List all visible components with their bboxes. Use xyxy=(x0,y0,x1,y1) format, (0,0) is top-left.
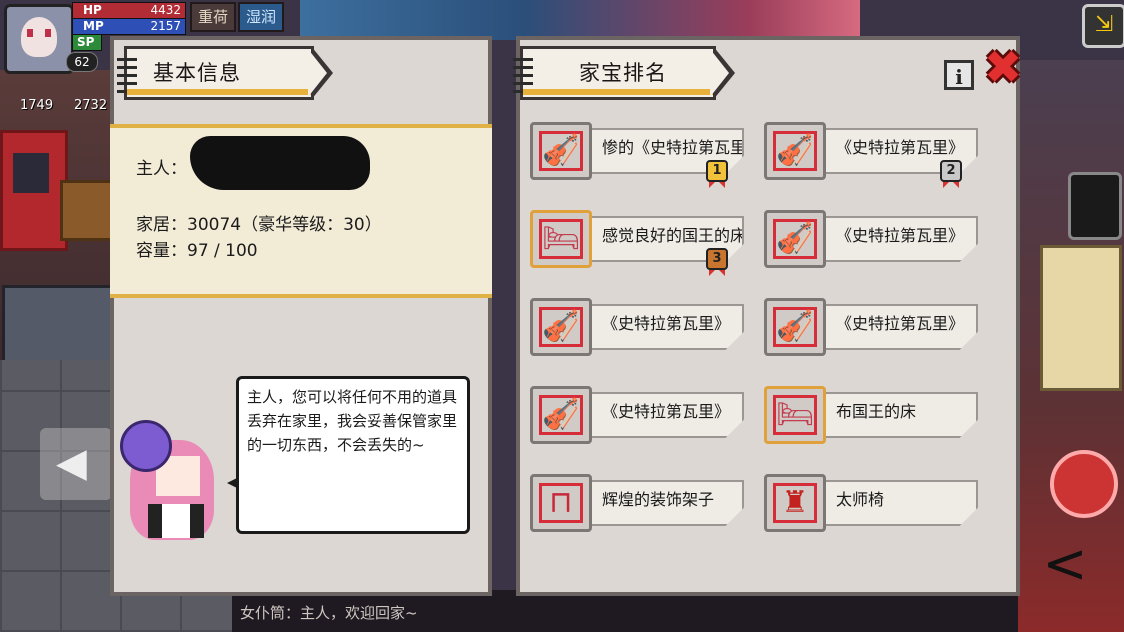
item-icon-box: 🎻 xyxy=(764,210,826,268)
info-button[interactable]: i xyxy=(944,60,974,90)
player-avatar[interactable] xyxy=(4,4,74,74)
mp-value: 2157 xyxy=(150,19,181,33)
bed-icon: 🛏 xyxy=(775,397,815,432)
home-score: 家居：30074（豪华等级：30） xyxy=(136,215,382,235)
chat-strip: 女仆筒：主人，欢迎回家~ xyxy=(232,590,1018,632)
sp-bar: SP xyxy=(72,34,102,51)
item-name: 《史特拉第瓦里》 xyxy=(836,226,965,245)
item-name: 感觉良好的国王的床 xyxy=(602,226,742,245)
owner-label: 主人： xyxy=(136,159,187,179)
stat-value-1: 1749 xyxy=(20,98,54,113)
ranking-slot[interactable]: 🛏 布国王的床 xyxy=(764,386,978,444)
basic-info-panel: 基本信息 主人： 家居：30074（豪华等级：30） 容量：97 / 100 主… xyxy=(110,36,492,596)
chair-icon: ♜ xyxy=(781,485,809,520)
item-icon-box: 🛏 xyxy=(764,386,826,444)
item-icon-box: 🎻 xyxy=(764,298,826,356)
spiral-binding-icon xyxy=(513,57,533,93)
item-name: 辉煌的装饰架子 xyxy=(602,490,715,509)
action-orb-button[interactable] xyxy=(1050,450,1118,518)
ranking-slot[interactable]: 🎻 《史特拉第瓦里》 2 xyxy=(764,122,978,188)
maid-character[interactable] xyxy=(120,420,224,554)
rank-number: 1 xyxy=(706,160,728,182)
tab-ribbon xyxy=(710,46,735,100)
ranking-tab: 家宝排名 xyxy=(513,46,735,100)
item-name: 布国王的床 xyxy=(836,402,917,421)
sp-label: SP xyxy=(77,35,95,49)
lamp-decor xyxy=(1040,245,1122,391)
violin-icon: 🎻 xyxy=(542,397,580,432)
basic-info-tab: 基本信息 xyxy=(117,46,333,100)
tab-stripe xyxy=(523,89,713,95)
ranking-slot[interactable]: 🎻 惨的《史特拉第瓦里 1 xyxy=(530,122,744,188)
status-tag-heavy: 重荷 xyxy=(190,2,237,32)
dpad-left-button[interactable] xyxy=(40,428,112,500)
rank-number: 3 xyxy=(706,248,728,270)
hp-label: HP xyxy=(83,3,102,17)
item-icon-box: 🎻 xyxy=(530,122,592,180)
violin-icon: 🎻 xyxy=(542,309,580,344)
item-icon-box: 🎻 xyxy=(530,298,592,356)
ranking-slot[interactable]: ♜ 太师椅 xyxy=(764,474,978,532)
stat-value-2: 2732 xyxy=(74,98,108,113)
item-icon-box: 🎻 xyxy=(764,122,826,180)
item-name: 太师椅 xyxy=(836,490,885,509)
mp-bar: MP 2157 xyxy=(72,18,186,35)
ranking-slot[interactable]: 🎻 《史特拉第瓦里》 xyxy=(530,386,744,444)
item-name: 《史特拉第瓦里》 xyxy=(836,314,965,333)
ranking-slot[interactable]: 🎻 《史特拉第瓦里》 xyxy=(764,298,978,356)
bed-icon: 🛏 xyxy=(541,221,581,256)
shelf-icon: ⊓ xyxy=(549,485,573,520)
hp-bar: HP 4432 xyxy=(72,2,186,19)
scene-top-decor xyxy=(300,0,860,40)
rank-medal-icon: 2 xyxy=(940,160,962,192)
info-box: 主人： 家居：30074（豪华等级：30） 容量：97 / 100 xyxy=(110,124,492,298)
basic-info-title: 基本信息 xyxy=(153,61,241,85)
level-badge: 62 xyxy=(66,52,98,72)
item-name: 惨的《史特拉第瓦里 xyxy=(602,138,742,157)
item-icon-box: 🎻 xyxy=(530,386,592,444)
violin-icon: 🎻 xyxy=(542,133,580,168)
share-icon[interactable]: < xyxy=(1040,534,1090,594)
flower-icon xyxy=(120,420,172,472)
violin-icon: 🎻 xyxy=(776,221,814,256)
tab-ribbon xyxy=(308,46,333,100)
ranking-slot[interactable]: ⊓ 辉煌的装饰架子 xyxy=(530,474,744,532)
close-button[interactable]: ✖ xyxy=(980,44,1026,90)
item-name: 《史特拉第瓦里》 xyxy=(836,138,965,157)
exit-room-button[interactable]: ⇲ xyxy=(1082,4,1124,48)
ranking-slot[interactable]: 🎻 《史特拉第瓦里》 xyxy=(530,298,744,356)
status-tag-moist: 湿润 xyxy=(238,2,285,32)
treasure-ranking-panel: 家宝排名 i ✖ 🎻 惨的《史特拉第瓦里 1 🎻 《史特拉第瓦里》 2 🛏 感觉良好的国王的床… xyxy=(513,36,1022,596)
maid-speech-bubble: 主人，您可以将任何不用的道具丢弃在家里，我会妥善保管家里的一切东西，不会丢失的~ xyxy=(227,376,470,534)
maid-apron xyxy=(162,504,190,538)
rank-medal-icon: 1 xyxy=(706,160,728,192)
violin-icon: 🎻 xyxy=(776,133,814,168)
mp-label: MP xyxy=(83,19,104,33)
capacity: 容量：97 / 100 xyxy=(136,241,258,261)
ranking-slot[interactable]: 🎻 《史特拉第瓦里》 xyxy=(764,210,978,268)
ranking-slot[interactable]: 🛏 感觉良好的国王的床 3 xyxy=(530,210,744,276)
rank-medal-icon: 3 xyxy=(706,248,728,280)
censored-owner-name xyxy=(190,136,370,190)
item-name: 《史特拉第瓦里》 xyxy=(602,314,731,333)
item-icon-box: ♜ xyxy=(764,474,826,532)
item-name: 《史特拉第瓦里》 xyxy=(602,402,731,421)
violin-icon: 🎻 xyxy=(776,309,814,344)
television xyxy=(2,285,118,366)
tab-stripe xyxy=(127,89,311,95)
phone-icon[interactable] xyxy=(1068,172,1122,240)
hp-value: 4432 xyxy=(150,3,181,17)
spiral-binding-icon xyxy=(117,57,137,93)
red-locker xyxy=(0,130,68,251)
rank-number: 2 xyxy=(940,160,962,182)
ranking-title: 家宝排名 xyxy=(579,61,667,85)
chat-line: 女仆筒：主人，欢迎回家~ xyxy=(240,604,418,622)
item-icon-box: ⊓ xyxy=(530,474,592,532)
item-icon-box: 🛏 xyxy=(530,210,592,268)
